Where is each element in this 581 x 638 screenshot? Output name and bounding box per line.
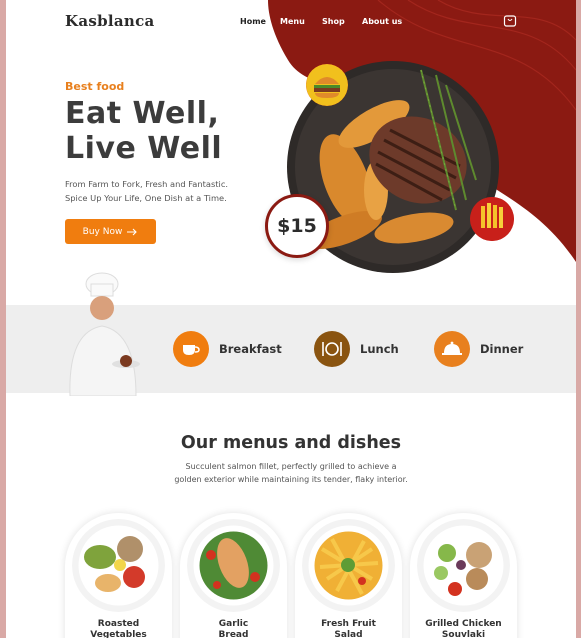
grilled-chicken-souvlaki-image xyxy=(417,519,510,612)
dish-name-line2: Vegetables xyxy=(90,630,147,638)
burger-badge-icon xyxy=(306,64,348,106)
category-label: Breakfast xyxy=(219,342,282,356)
dish-name-line1: Fresh Fruit xyxy=(321,619,376,629)
dish-name-line1: Garlic xyxy=(218,619,249,629)
dish-name: Grilled Chicken Souvlaki xyxy=(410,619,517,638)
hero-title-line2: Live Well xyxy=(65,131,223,166)
menus-title: Our menus and dishes xyxy=(180,433,402,453)
menus-description: Succulent salmon fillet, perfectly grill… xyxy=(6,461,576,486)
dish-name-line2: Salad xyxy=(334,630,363,638)
category-breakfast[interactable]: Breakfast xyxy=(173,331,282,367)
buy-now-label: Buy Now xyxy=(82,226,123,237)
dish-card-roasted-vegetables[interactable]: Roasted Vegetables xyxy=(65,513,172,638)
dish-card-fresh-fruit-salad[interactable]: Fresh Fruit Salad xyxy=(295,513,402,638)
landing-page: Kasblanca Home Menu Shop About us Best f… xyxy=(6,0,576,638)
arrow-right-icon xyxy=(127,228,138,235)
cloche-icon xyxy=(434,331,470,367)
dish-name-line2: Souvlaki xyxy=(441,630,486,638)
nav-about[interactable]: About us xyxy=(362,17,402,26)
menus-description-line2: golden exterior while maintaining its te… xyxy=(174,474,408,484)
chef-image xyxy=(69,272,140,396)
hero-subtitle-line2: Spice Up Your Life, One Dish at a Time. xyxy=(65,193,227,203)
dish-name-line1: Roasted xyxy=(97,619,140,629)
shopping-bag-icon[interactable] xyxy=(503,13,517,27)
dish-name: Fresh Fruit Salad xyxy=(295,619,402,638)
plate-cutlery-icon xyxy=(314,331,350,367)
dish-card-grilled-chicken-souvlaki[interactable]: Grilled Chicken Souvlaki xyxy=(410,513,517,638)
dish-card-garlic-bread[interactable]: Garlic Bread xyxy=(180,513,287,638)
hero-title: Eat Well, Live Well xyxy=(65,96,222,166)
nav-home[interactable]: Home xyxy=(240,17,266,26)
price-badge: $15 xyxy=(265,194,329,258)
dish-name: Garlic Bread xyxy=(180,619,287,638)
category-label: Dinner xyxy=(480,342,524,356)
hero-subtitle-line1: From Farm to Fork, Fresh and Fantastic. xyxy=(65,179,229,189)
hero-subtitle: From Farm to Fork, Fresh and Fantastic. … xyxy=(65,177,228,205)
menus-description-line1: Succulent salmon fillet, perfectly grill… xyxy=(185,462,397,471)
brand-logo[interactable]: Kasblanca xyxy=(65,12,155,30)
category-label: Lunch xyxy=(360,342,399,356)
category-dinner[interactable]: Dinner xyxy=(434,331,523,367)
hero-title-line1: Eat Well, xyxy=(65,96,220,131)
fries-badge-icon xyxy=(470,197,514,241)
fresh-fruit-salad-image xyxy=(302,519,395,612)
category-lunch[interactable]: Lunch xyxy=(314,331,399,367)
dish-name: Roasted Vegetables xyxy=(65,619,172,638)
garlic-bread-image xyxy=(187,519,280,612)
nav-shop[interactable]: Shop xyxy=(322,17,345,26)
top-nav: Kasblanca Home Menu Shop About us xyxy=(6,0,576,42)
coffee-cup-icon xyxy=(173,331,209,367)
hero-kicker: Best food xyxy=(65,80,125,93)
dish-name-line1: Grilled Chicken xyxy=(425,619,502,629)
roasted-vegetables-image xyxy=(72,519,165,612)
buy-now-button[interactable]: Buy Now xyxy=(65,219,156,244)
dish-name-line2: Bread xyxy=(218,630,249,638)
nav-menu[interactable]: Menu xyxy=(280,17,305,26)
